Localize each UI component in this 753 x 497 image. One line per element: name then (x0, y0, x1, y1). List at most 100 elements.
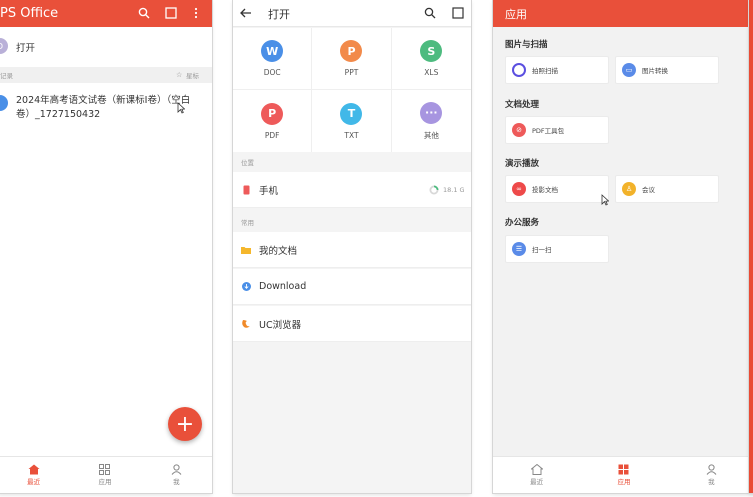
tab-me-label: 我 (173, 478, 180, 486)
bottom-tab-bar: 最近 应用 我 (0, 456, 212, 493)
filetype-label: TXT (344, 130, 359, 140)
scan-code-icon: ☰ (512, 242, 526, 256)
tab-apps[interactable]: 应用 (69, 457, 140, 493)
open-file-row[interactable]: D 打开 (0, 32, 212, 62)
filetype-label: PPT (344, 68, 359, 77)
person-icon (171, 464, 182, 475)
stage: PS Office D 打开 记录 ☆ 星标 2024年高考语文试卷（新课标Ⅰ卷… (0, 0, 753, 497)
app-label: 扫一扫 (532, 246, 552, 254)
tab-apps[interactable]: 应用 (580, 457, 667, 493)
section-title: 办公服务 (505, 218, 540, 228)
storage-size: 18.1 G (443, 186, 465, 194)
open-file-screen: 打开 W DOC P PPT S XLS P PDF T TXT ··· 其他 … (233, 0, 471, 493)
section-title: 演示播放 (505, 159, 540, 169)
common-item-label: Download (259, 281, 307, 292)
app-meeting[interactable]: ♙ 会议 (615, 175, 719, 203)
mouse-cursor-icon (177, 102, 185, 114)
doc-title-line1: 2024年高考语文试卷（新课标Ⅰ卷）（空白 (16, 95, 191, 106)
open-label: 打开 (16, 43, 36, 54)
apps-title: 应用 (505, 7, 527, 21)
tab-me[interactable]: 我 (668, 457, 753, 493)
apps-screen: 应用 图片与扫描 拍照扫描 ▭ 图片转换 文档处理 ⊘ PDF工具包 演示播放 … (493, 0, 753, 493)
multi-window-icon[interactable] (164, 6, 178, 20)
bottom-tab-bar: 最近 应用 我 (493, 456, 753, 493)
recent-section-header: 记录 ☆ 星标 (0, 67, 212, 83)
section-label: 记录 (0, 72, 13, 80)
image-convert-icon: ▭ (622, 63, 636, 77)
filetype-ppt[interactable]: P PPT (312, 28, 392, 90)
app-label: 会议 (642, 186, 655, 194)
common-item-label: UC浏览器 (259, 319, 302, 331)
common-item-uc-browser[interactable]: UC浏览器 (233, 306, 471, 342)
doc-file-icon (0, 95, 8, 111)
app-label: 拍照扫描 (532, 67, 558, 75)
phone-label: 手机 (259, 185, 279, 197)
back-arrow-icon[interactable] (239, 6, 253, 20)
app-image-convert[interactable]: ▭ 图片转换 (615, 56, 719, 84)
tab-me-label: 我 (708, 478, 715, 486)
app-label: PDF工具包 (532, 127, 565, 135)
search-icon[interactable] (137, 6, 151, 20)
tab-me[interactable]: 我 (141, 457, 212, 493)
mouse-cursor-icon (601, 194, 609, 206)
tab-recent[interactable]: 最近 (493, 457, 580, 493)
download-icon (241, 282, 251, 291)
phone-icon (241, 185, 251, 195)
tab-apps-label: 应用 (617, 478, 631, 486)
app-title: PS Office (0, 6, 59, 21)
top-app-bar: PS Office (0, 0, 212, 27)
doc-title-line2: 卷）_1727150432 (16, 109, 101, 120)
section-title: 文档处理 (505, 100, 540, 110)
pdf-toolkit-icon: ⊘ (512, 123, 526, 137)
apps-grid-icon (99, 464, 111, 475)
app-scan-code[interactable]: ☰ 扫一扫 (505, 235, 609, 263)
file-type-grid: W DOC P PPT S XLS P PDF T TXT ··· 其他 (233, 28, 471, 152)
tab-apps-label: 应用 (98, 478, 112, 486)
apps-top-bar: 应用 (493, 0, 753, 27)
tab-recent-label: 最近 (530, 478, 544, 486)
app-label: 投影文档 (532, 186, 558, 194)
home-icon (530, 464, 543, 475)
phone-storage-row[interactable]: 手机 18.1 G (233, 172, 471, 208)
star-icon[interactable]: ☆ (176, 71, 182, 79)
folder-icon (241, 246, 251, 254)
projection-icon: ∞ (512, 182, 526, 196)
storage-ring-icon (429, 185, 439, 198)
filetype-pdf[interactable]: P PDF (233, 90, 313, 152)
next-screen-edge (749, 0, 753, 493)
common-item-my-documents[interactable]: 我的文档 (233, 232, 471, 268)
filetype-xls[interactable]: S XLS (391, 28, 471, 90)
filetype-other[interactable]: ··· 其他 (392, 90, 471, 152)
app-photo-scan[interactable]: 拍照扫描 (505, 56, 609, 84)
recent-doc-item[interactable]: 2024年高考语文试卷（新课标Ⅰ卷）（空白 卷）_1727150432 (0, 88, 212, 128)
meeting-icon: ♙ (622, 182, 636, 196)
filetype-label: XLS (424, 68, 439, 77)
search-icon[interactable] (423, 6, 437, 20)
starred-label[interactable]: 星标 (186, 70, 199, 80)
pdf-type-icon: P (261, 102, 284, 125)
multi-window-icon[interactable] (451, 6, 465, 20)
filetype-doc[interactable]: W DOC (233, 28, 313, 90)
uc-browser-icon (241, 319, 251, 329)
app-label: 图片转换 (642, 67, 668, 75)
more-menu-icon[interactable] (191, 6, 201, 20)
doc-type-icon: W (261, 40, 284, 62)
location-header: 位置 (241, 159, 254, 167)
open-title: 打开 (268, 8, 290, 21)
new-document-fab[interactable]: + (168, 407, 202, 441)
open-avatar-icon: D (0, 38, 8, 54)
tab-recent[interactable]: 最近 (0, 457, 69, 493)
section-title: 图片与扫描 (505, 40, 548, 50)
app-projection[interactable]: ∞ 投影文档 (505, 175, 609, 203)
ppt-type-icon: P (340, 40, 363, 62)
common-header: 常用 (241, 219, 254, 227)
common-item-label: 我的文档 (259, 245, 298, 257)
filetype-txt[interactable]: T TXT (312, 90, 392, 152)
filetype-label: 其他 (423, 130, 439, 140)
common-item-download[interactable]: Download (233, 269, 471, 305)
other-type-icon: ··· (420, 101, 443, 124)
filetype-label: DOC (263, 68, 281, 77)
filetype-label: PDF (264, 130, 280, 140)
open-top-bar: 打开 (233, 0, 471, 27)
app-pdf-toolkit[interactable]: ⊘ PDF工具包 (505, 116, 609, 144)
